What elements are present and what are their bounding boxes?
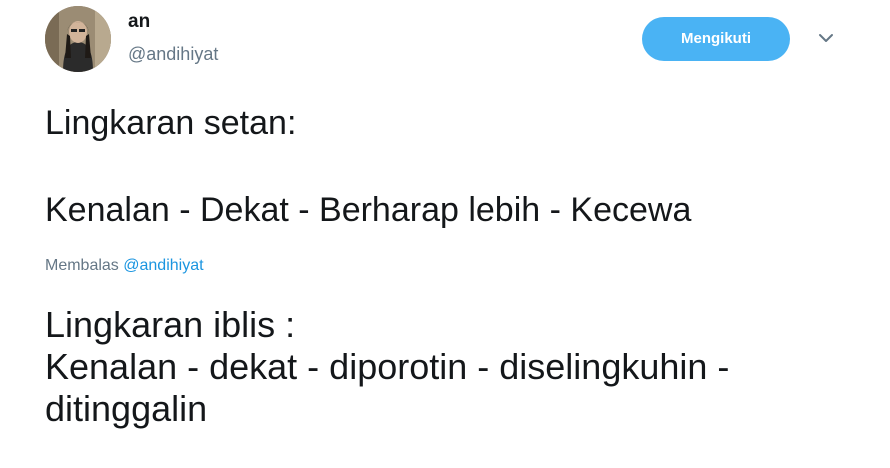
following-button[interactable]: Mengikuti	[642, 17, 790, 61]
reply-text-line: ditinggalin	[45, 388, 208, 429]
tweet-card: an @andihiyat Mengikuti Lingkaran setan:…	[0, 0, 890, 468]
reply-mention-link[interactable]: @andihiyat	[123, 257, 203, 274]
display-name[interactable]: an	[128, 11, 150, 33]
chevron-down-icon[interactable]	[816, 28, 836, 48]
tweet-text-line: Kenalan - Dekat - Berharap lebih - Kecew…	[45, 191, 692, 229]
user-handle[interactable]: @andihiyat	[128, 44, 218, 64]
reply-text-line: Kenalan - dekat - diporotin - diselingku…	[45, 346, 730, 387]
reply-text: Lingkaran iblis : Kenalan - dekat - dipo…	[45, 304, 885, 430]
tweet-text-line: Lingkaran setan:	[45, 104, 297, 142]
avatar-image	[45, 6, 111, 72]
reply-context: Membalas @andihiyat	[45, 256, 204, 276]
reply-text-line: Lingkaran iblis :	[45, 304, 296, 345]
reply-context-prefix: Membalas	[45, 257, 119, 274]
avatar[interactable]	[45, 6, 111, 72]
